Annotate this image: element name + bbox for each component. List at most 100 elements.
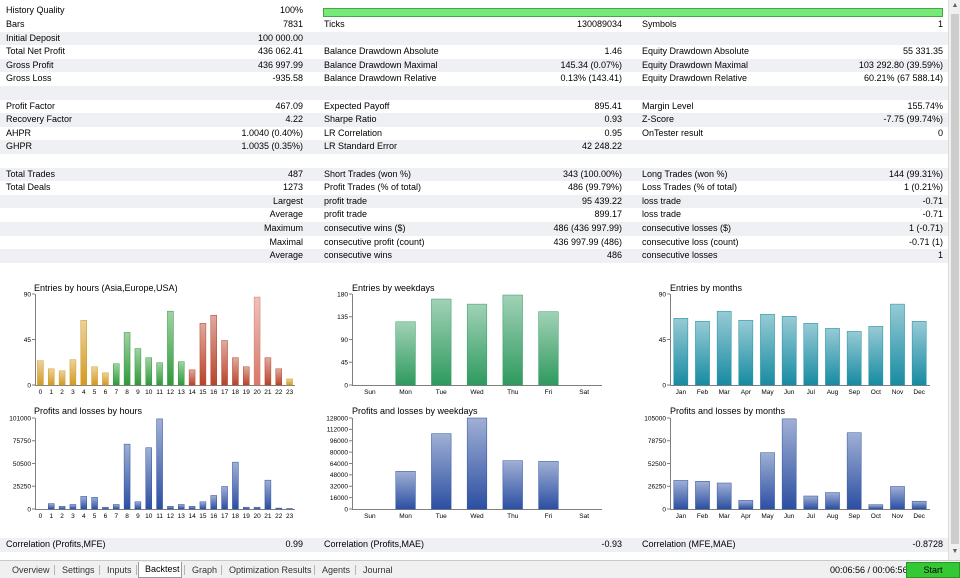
scroll-up-icon[interactable]: ▲ [949, 0, 960, 12]
chart-bar [264, 479, 272, 510]
x-tick-label: 4 [82, 513, 86, 520]
chart-bar [846, 331, 862, 386]
stat-value: Maximal [269, 236, 303, 247]
stat-value: Maximum [263, 223, 303, 233]
stat-value: 1273 [282, 182, 303, 193]
x-tick-label: 13 [178, 389, 186, 396]
stat-value: 486 (436 997.99) [553, 223, 622, 233]
y-tick-label: 128000 [326, 415, 348, 422]
stat-label: Short Trades (won %) [324, 168, 412, 179]
chart-bar [846, 432, 862, 510]
stat-value: 1.46 [604, 46, 622, 57]
stat-value: Average [269, 209, 303, 220]
x-tick-label: 8 [125, 389, 129, 396]
chart-bar [695, 481, 710, 510]
chart-bar [781, 315, 797, 386]
tab-separator [184, 565, 185, 575]
stat-value: 42 248.22 [581, 141, 622, 152]
x-tick-label: 4 [82, 389, 86, 396]
stat-label: loss trade [642, 195, 682, 206]
stat-value: 436 062.41 [257, 46, 303, 57]
stat-label: Initial Deposit [6, 32, 61, 43]
chart-title: Entries by hours (Asia,Europe,USA) [34, 283, 178, 293]
chart-bar [134, 348, 142, 386]
x-tick-label: 21 [264, 513, 272, 520]
y-tick-label: 0 [344, 506, 348, 513]
x-tick-label: Wed [470, 389, 484, 396]
chart-bar [716, 310, 732, 386]
stat-value: 467.09 [275, 100, 303, 111]
chart-plot: 0 45 90 Jan Feb Mar Apr May Jun Jul Aug Sep Oct Nov De… [659, 291, 930, 396]
start-button[interactable]: Start [906, 562, 960, 578]
chart-bar [156, 418, 163, 510]
y-tick-label: 45 [24, 337, 32, 344]
vertical-scrollbar[interactable]: ▲ ▼ [948, 0, 960, 560]
chart-bar [243, 506, 250, 510]
chart-title: Entries by months [670, 283, 743, 293]
tab-overview[interactable]: Overview [6, 563, 52, 577]
chart-bar [80, 320, 87, 386]
tab-separator [221, 565, 222, 575]
x-tick-label: 0 [39, 513, 43, 520]
stat-value: 144 (99.31%) [888, 168, 943, 179]
tab-optimization-results[interactable]: Optimization Results [223, 563, 312, 577]
y-tick-label: 90 [24, 291, 32, 298]
tab-agents[interactable]: Agents [316, 563, 353, 577]
x-tick-label: 19 [243, 513, 251, 520]
chart-bar [221, 340, 228, 386]
x-tick-label: 8 [125, 513, 129, 520]
x-tick-label: Feb [697, 389, 709, 396]
stat-value: 436 997.99 (486) [553, 236, 622, 247]
chart-bar [58, 506, 66, 510]
stat-value: 55 331.35 [902, 46, 943, 57]
stat-label: Sharpe Ratio [324, 114, 377, 125]
stat-value: 155.74% [907, 100, 943, 111]
tab-graph[interactable]: Graph [186, 563, 219, 577]
x-tick-label: 22 [275, 513, 283, 520]
stat-label: Balance Drawdown Absolute [324, 46, 439, 57]
y-tick-label: 64000 [330, 461, 348, 468]
tab-inputs[interactable]: Inputs [101, 563, 134, 577]
stat-label: Loss Trades (% of total) [642, 182, 738, 193]
stat-label: Equity Drawdown Maximal [642, 59, 749, 70]
scroll-down-icon[interactable]: ▼ [949, 546, 960, 558]
chart-bar [275, 368, 282, 386]
scroll-thumb[interactable] [951, 14, 959, 544]
stat-value: -0.71 [922, 209, 943, 220]
chart-bar [868, 326, 884, 386]
stat-value: 60.21% (67 588.14) [863, 73, 943, 84]
chart-bar [803, 495, 819, 510]
tab-settings[interactable]: Settings [56, 563, 97, 577]
stat-row: Profit Factor 467.09 Expected Payoff 895.41… [0, 100, 948, 114]
x-tick-label: 13 [178, 513, 186, 520]
tab-journal[interactable]: Journal [357, 563, 397, 577]
tab-backtest[interactable]: Backtest [138, 562, 182, 578]
chart-bar [502, 294, 523, 386]
chart-bar [673, 480, 689, 510]
x-tick-label: Sat [579, 389, 589, 396]
chart-bar [395, 321, 416, 386]
chart-bar [431, 433, 452, 510]
x-tick-label: 18 [232, 513, 240, 520]
x-tick-label: 5 [93, 389, 97, 396]
chart-plot: 0 26250 52500 78750 105000 Jan Feb Mar Apr May Jun… [644, 415, 930, 520]
stat-value: Average [269, 250, 303, 261]
chart-bar [232, 461, 239, 510]
x-tick-label: Jun [784, 389, 795, 396]
correlation-row: Correlation (Profits,MFE) 0.99 Correlation… [0, 538, 948, 552]
stat-value: 7831 [282, 19, 303, 29]
x-tick-label: Apr [741, 389, 752, 396]
stat-value: 0.99 [285, 539, 303, 549]
stat-row: Maximal consecutive profit (count) 436 997… [0, 236, 948, 250]
stat-value: Largest [272, 195, 303, 206]
history-quality-value: 100% [279, 5, 303, 15]
x-tick-label: Sep [848, 513, 860, 520]
chart-bar [253, 296, 261, 386]
history-quality-label: History Quality [6, 5, 65, 15]
stat-value: 130089034 [576, 19, 622, 29]
stat-value: 103 292.80 (39.59%) [858, 59, 943, 70]
x-tick-label: Thu [507, 513, 519, 520]
x-tick-label: 15 [199, 513, 207, 520]
y-tick-label: 52500 [648, 461, 666, 468]
x-tick-label: 19 [243, 389, 251, 396]
